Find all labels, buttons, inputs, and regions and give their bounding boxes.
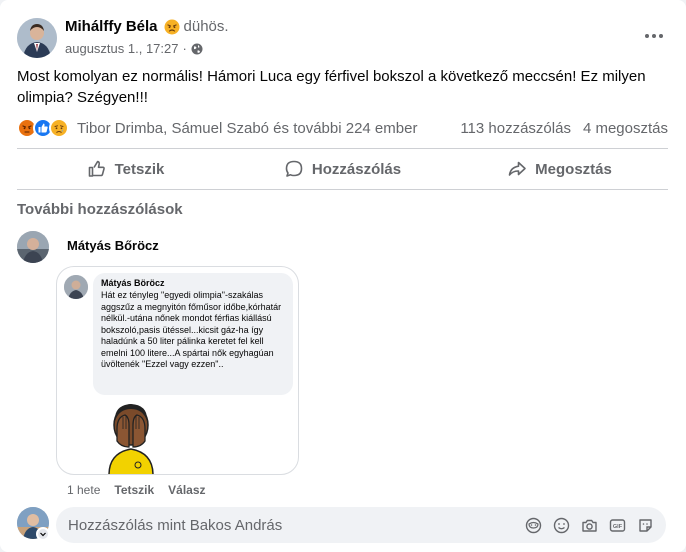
- divider-bottom: [17, 189, 668, 190]
- more-options-icon[interactable]: [642, 26, 666, 46]
- comment-input[interactable]: [68, 516, 525, 534]
- post-text: Most komolyan ez normális! Hámori Luca e…: [17, 68, 646, 106]
- post-actions: Tetszik Hozzászólás Megosztás: [17, 150, 668, 188]
- comment-button[interactable]: Hozzászólás: [234, 150, 451, 188]
- commenter-name[interactable]: Mátyás Bőröcz: [67, 238, 159, 253]
- inner-comment-bubble: Mátyás Böröcz Hát ez tényleg "egyedi oli…: [93, 273, 293, 395]
- reactions-summary: Tibor Drimba, Sámuel Szabó és további 22…: [17, 117, 668, 139]
- sad-reaction-icon: [49, 118, 69, 138]
- angry-face-icon: [164, 19, 180, 35]
- comment-screenshot-image[interactable]: Mátyás Böröcz Hát ez tényleg "egyedi oli…: [56, 266, 299, 475]
- comment-actions: 1 hete Tetszik Válasz: [67, 483, 206, 497]
- share-label: Megosztás: [535, 160, 612, 178]
- share-count[interactable]: 4 megosztás: [583, 120, 668, 137]
- author-line: Mihálffy Béla dühös.: [65, 18, 229, 35]
- share-button[interactable]: Megosztás: [451, 150, 668, 188]
- inner-avatar: [64, 275, 88, 299]
- reaction-names[interactable]: Tibor Drimba, Sámuel Szabó és további 22…: [77, 120, 417, 137]
- comment-reply-button[interactable]: Válasz: [168, 483, 205, 497]
- gif-icon[interactable]: GIF: [609, 517, 626, 534]
- inner-comment-text: Hát ez tényleg "egyedi olimpia"-szakálas…: [101, 290, 282, 369]
- inner-comment-author: Mátyás Böröcz: [101, 278, 165, 288]
- svg-text:GIF: GIF: [613, 524, 623, 530]
- reaction-icons[interactable]: [17, 118, 69, 138]
- post-card: Mihálffy Béla dühös. augusztus 1., 17:27…: [0, 0, 686, 552]
- engagement-counts: 113 hozzászólás 4 megosztás: [460, 120, 668, 137]
- avatar-sticker-icon[interactable]: [525, 517, 542, 534]
- post-meta: augusztus 1., 17:27 ·: [65, 41, 203, 56]
- globe-icon[interactable]: [191, 43, 203, 55]
- like-button[interactable]: Tetszik: [17, 150, 234, 188]
- chevron-down-icon[interactable]: [36, 527, 50, 541]
- commenter-avatar[interactable]: [17, 231, 49, 263]
- more-comments-link[interactable]: További hozzászólások: [17, 201, 183, 218]
- sticker-icon[interactable]: [637, 517, 654, 534]
- author-avatar[interactable]: [17, 18, 57, 58]
- mood-text: dühös.: [183, 18, 229, 35]
- comment-time[interactable]: 1 hete: [67, 483, 100, 497]
- divider-top: [17, 148, 668, 149]
- comment-composer: GIF: [56, 507, 666, 543]
- comment-count[interactable]: 113 hozzászólás: [460, 120, 571, 137]
- thumbs-up-icon: [88, 160, 105, 177]
- composer-icons: GIF: [525, 517, 654, 534]
- meta-separator: ·: [182, 41, 187, 56]
- share-arrow-icon: [508, 161, 526, 176]
- comment-bubble-icon: [285, 160, 303, 177]
- emoji-icon[interactable]: [553, 517, 570, 534]
- like-label: Tetszik: [114, 160, 165, 178]
- camera-icon[interactable]: [581, 517, 598, 534]
- post-timestamp[interactable]: augusztus 1., 17:27: [65, 41, 178, 56]
- author-name[interactable]: Mihálffy Béla: [65, 18, 158, 35]
- comment-like-button[interactable]: Tetszik: [114, 483, 154, 497]
- comment-label: Hozzászólás: [311, 160, 402, 178]
- facepalm-sticker-icon: [105, 395, 157, 474]
